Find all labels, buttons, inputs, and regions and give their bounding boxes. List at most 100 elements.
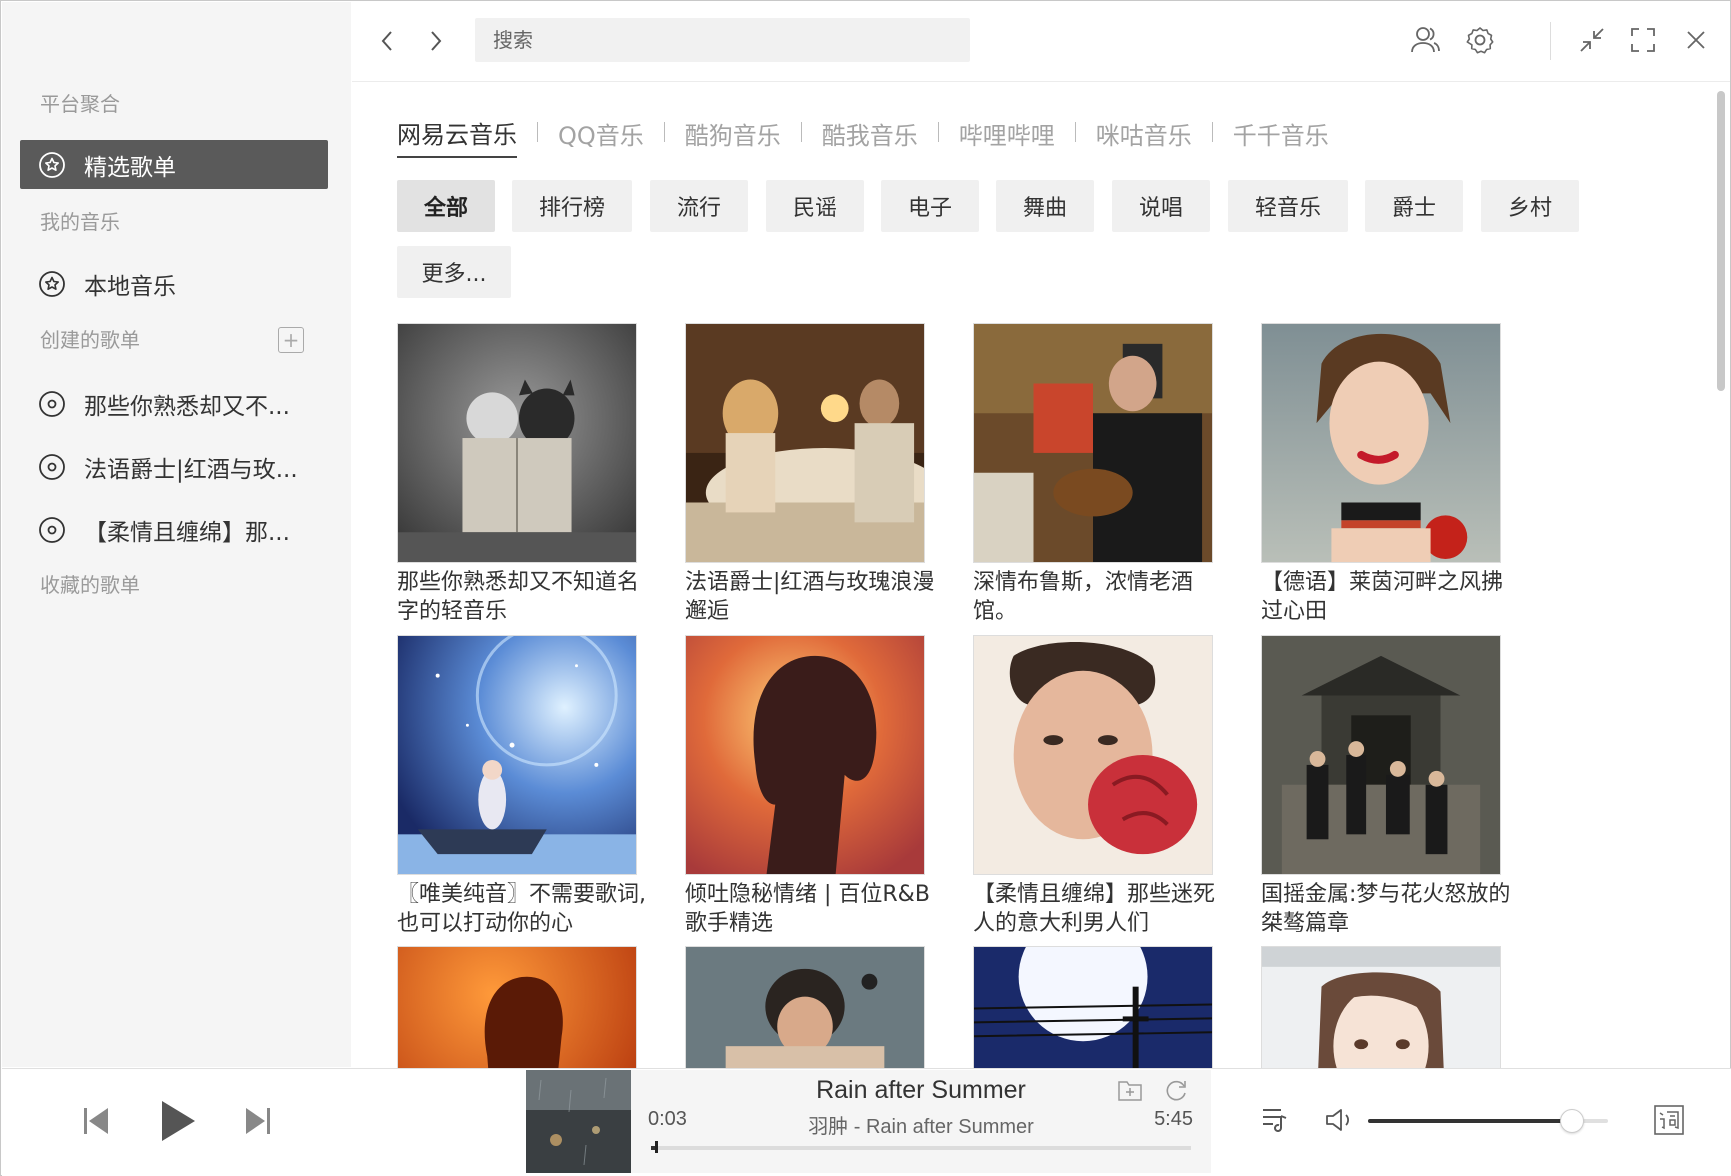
- filter-country[interactable]: 乡村: [1481, 180, 1579, 232]
- back-button[interactable]: [372, 26, 402, 56]
- playlist-card[interactable]: 深情布鲁斯，浓情老酒馆。: [973, 323, 1213, 626]
- sidebar-playlist-item[interactable]: 法语爵士|红酒与玫...: [20, 442, 328, 491]
- playlist-card[interactable]: 倾吐隐秘情绪 | 百位R&B歌手精选: [685, 635, 930, 938]
- play-icon: [162, 1101, 195, 1141]
- sidebar-item-label: 精选歌单: [84, 154, 176, 181]
- sidebar-playlist-item[interactable]: 【柔情且缠绵】那...: [20, 505, 328, 554]
- close-icon: [1687, 31, 1705, 49]
- current-time: 0:03: [648, 1108, 687, 1130]
- settings-button[interactable]: [1463, 23, 1497, 57]
- tab-migu[interactable]: 咪咕音乐: [1096, 116, 1192, 157]
- lyrics-button[interactable]: [1650, 1101, 1688, 1139]
- volume-handle[interactable]: [1560, 1109, 1584, 1133]
- playlist-cover-image[interactable]: [685, 635, 925, 875]
- forward-button[interactable]: [421, 26, 451, 56]
- playlist-title[interactable]: 〖唯美纯音〗不需要歌词,也可以打动你的心: [397, 880, 647, 938]
- group-label-collected: 收藏的歌单: [40, 573, 140, 597]
- playlist-cover-image[interactable]: [397, 946, 637, 1068]
- playlist-card[interactable]: [685, 946, 925, 1068]
- playlist-cover-image[interactable]: [685, 323, 925, 563]
- tab-netease[interactable]: 网易云音乐: [397, 115, 517, 158]
- playlist-card[interactable]: [397, 946, 637, 1068]
- add-to-playlist-button[interactable]: [1116, 1076, 1144, 1104]
- close-button[interactable]: [1679, 23, 1713, 57]
- volume-slider[interactable]: [1368, 1109, 1608, 1133]
- sidebar-item-local-music[interactable]: 本地音乐: [20, 259, 328, 308]
- filter-charts[interactable]: 排行榜: [512, 180, 632, 232]
- playlist-cover-image[interactable]: [1261, 635, 1501, 875]
- previous-button[interactable]: [78, 1103, 114, 1139]
- filter-jazz[interactable]: 爵士: [1365, 180, 1463, 232]
- playlist-cover-image[interactable]: [685, 946, 925, 1068]
- repeat-mode-button[interactable]: [1162, 1076, 1190, 1104]
- play-button[interactable]: [154, 1097, 202, 1145]
- content-scrollbar[interactable]: [1717, 91, 1725, 391]
- filter-folk[interactable]: 民谣: [766, 180, 864, 232]
- fullscreen-button[interactable]: [1626, 23, 1660, 57]
- tab-qianqian[interactable]: 千千音乐: [1233, 116, 1329, 157]
- top-bar: [352, 2, 1730, 82]
- gear-icon: [1466, 27, 1494, 54]
- repeat-icon: [1166, 1080, 1186, 1101]
- group-label-platform: 平台聚合: [40, 92, 120, 116]
- playlist-cover-image[interactable]: [1261, 323, 1501, 563]
- star-circle-icon: [38, 270, 66, 298]
- playlist-card[interactable]: [973, 946, 1213, 1068]
- playlist-title[interactable]: 倾吐隐秘情绪 | 百位R&B歌手精选: [685, 880, 935, 938]
- progress-bar[interactable]: [651, 1141, 1191, 1153]
- search-input[interactable]: [475, 18, 970, 62]
- skip-next-icon: [246, 1108, 270, 1134]
- playlist-card[interactable]: 【德语】莱茵河畔之风拂过心田: [1261, 323, 1503, 626]
- user-button[interactable]: [1409, 23, 1443, 57]
- filter-light-music[interactable]: 轻音乐: [1228, 180, 1348, 232]
- playlist-cover-image[interactable]: [1261, 946, 1501, 1068]
- tab-divider: [1211, 122, 1213, 142]
- playlist-card[interactable]: 法语爵士|红酒与玫瑰浪漫邂逅: [685, 323, 934, 626]
- playlist-card[interactable]: 【柔情且缠绵】那些迷死人的意大利男人们: [973, 635, 1215, 938]
- playlist-cover-image[interactable]: [973, 946, 1213, 1068]
- tab-kuwo[interactable]: 酷我音乐: [822, 116, 918, 157]
- playlist-title[interactable]: 法语爵士|红酒与玫瑰浪漫邂逅: [685, 568, 935, 626]
- filter-all[interactable]: 全部: [397, 180, 495, 232]
- next-button[interactable]: [240, 1103, 276, 1139]
- tab-divider: [937, 122, 939, 142]
- playlist-cover-image[interactable]: [397, 323, 637, 563]
- now-playing-cover[interactable]: [526, 1070, 631, 1173]
- playlist-cover-image[interactable]: [973, 323, 1213, 563]
- now-playing-panel: Rain after Summer 羽肿 - Rain after Summer…: [526, 1070, 1211, 1173]
- playlist-card[interactable]: 〖唯美纯音〗不需要歌词,也可以打动你的心: [397, 635, 646, 938]
- tab-kugou[interactable]: 酷狗音乐: [685, 116, 781, 157]
- filter-electronic[interactable]: 电子: [881, 180, 979, 232]
- add-playlist-button[interactable]: +: [278, 327, 304, 353]
- minimize-button[interactable]: [1575, 23, 1609, 57]
- tab-qq[interactable]: QQ音乐: [558, 116, 644, 157]
- sidebar-playlist-item[interactable]: 那些你熟悉却又不...: [20, 379, 328, 428]
- playlist-card[interactable]: 那些你熟悉却又不知道名字的轻音乐: [397, 323, 639, 626]
- progress-handle[interactable]: [654, 1141, 658, 1153]
- playlist-title[interactable]: 那些你熟悉却又不知道名字的轻音乐: [397, 568, 647, 626]
- tab-divider: [800, 122, 802, 142]
- sidebar-item-featured[interactable]: 精选歌单: [20, 140, 328, 189]
- playlist-cover-image[interactable]: [973, 635, 1213, 875]
- playlist-queue-button[interactable]: [1257, 1101, 1293, 1137]
- playlist-card[interactable]: [1261, 946, 1501, 1068]
- playlist-title[interactable]: 【德语】莱茵河畔之风拂过心田: [1261, 568, 1511, 626]
- playlist-title[interactable]: 深情布鲁斯，浓情老酒馆。: [973, 568, 1223, 626]
- users-icon: [1411, 27, 1440, 53]
- collapse-icon: [1580, 28, 1604, 52]
- volume-button[interactable]: [1322, 1103, 1356, 1137]
- playlist-title[interactable]: 国摇金属:梦与花火怒放的桀骜篇章: [1261, 880, 1511, 938]
- playlist-title[interactable]: 【柔情且缠绵】那些迷死人的意大利男人们: [973, 880, 1223, 938]
- playlist-cover-image[interactable]: [397, 635, 637, 875]
- filter-rap[interactable]: 说唱: [1112, 180, 1210, 232]
- filter-pop[interactable]: 流行: [650, 180, 748, 232]
- tab-bilibili[interactable]: 哔哩哔哩: [959, 116, 1055, 157]
- group-label-my-music: 我的音乐: [40, 210, 120, 234]
- filter-dance[interactable]: 舞曲: [996, 180, 1094, 232]
- chevron-left-icon: [381, 31, 392, 51]
- filter-more[interactable]: 更多...: [397, 246, 511, 298]
- playlist-card[interactable]: 国摇金属:梦与花火怒放的桀骜篇章: [1261, 635, 1510, 938]
- platform-tabs: 网易云音乐 QQ音乐 酷狗音乐 酷我音乐 哔哩哔哩 咪咕音乐 千千音乐: [397, 115, 1329, 158]
- main-content: 网易云音乐 QQ音乐 酷狗音乐 酷我音乐 哔哩哔哩 咪咕音乐 千千音乐 全部 排…: [352, 83, 1712, 1068]
- group-label-created: 创建的歌单: [40, 328, 140, 352]
